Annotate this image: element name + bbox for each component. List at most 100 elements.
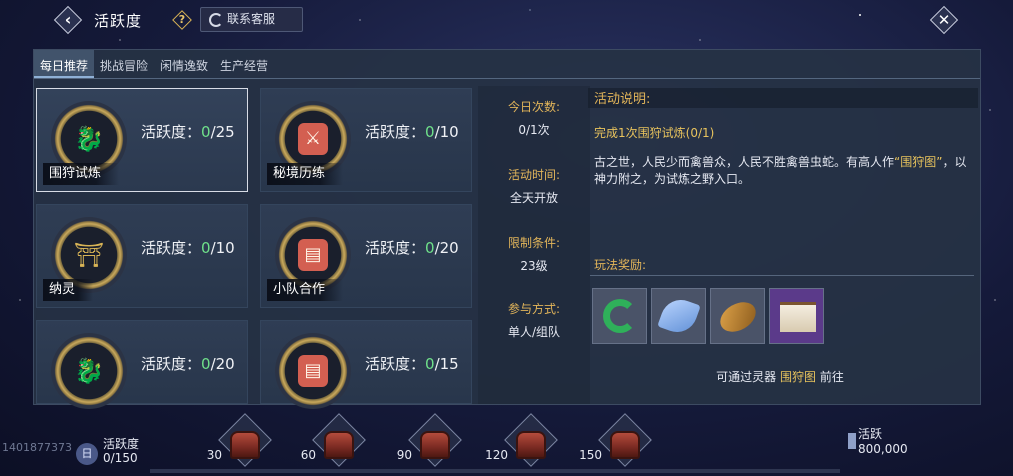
help-button[interactable]: ? <box>172 10 192 30</box>
currency-icon <box>848 433 856 449</box>
beast-icon: 🐉 <box>74 125 104 153</box>
milestone-chest[interactable]: 120 <box>485 413 558 475</box>
reward-item[interactable] <box>710 288 765 344</box>
activity-icon-ring: 🐉 <box>51 333 127 409</box>
milestone-chest[interactable]: 60 <box>301 413 366 475</box>
score-current: 0 <box>201 355 211 373</box>
detail-task: 完成1次围狩试炼(0/1) <box>594 126 715 140</box>
milestone-value: 150 <box>579 448 602 462</box>
reward-item[interactable] <box>769 288 824 344</box>
question-icon: ? <box>178 13 186 26</box>
activity-name: 小队合作 <box>267 279 344 301</box>
activity-card-hunt-trial[interactable]: 🐉 围狩试炼 活跃度：0/25 <box>36 88 248 192</box>
close-icon: ✕ <box>937 11 951 29</box>
blue-crystal-icon <box>657 294 701 338</box>
info-time: 活动时间: 全天开放 <box>478 166 590 206</box>
score-label: 活跃度： <box>365 123 426 141</box>
reward-item[interactable] <box>651 288 706 344</box>
info-times-value: 0/1次 <box>518 123 550 137</box>
activity-card-5[interactable]: 🐉 活跃度：0/20 <box>36 320 248 409</box>
activity-score: 活跃度：0/20 <box>365 237 459 258</box>
activity-score: 活跃度：0/15 <box>365 353 459 374</box>
score-label: 活跃度： <box>365 239 426 257</box>
chest-icon <box>420 431 450 459</box>
info-time-label: 活动时间: <box>507 168 561 182</box>
goto-hint: 可通过灵器 围狩图 前往 <box>586 368 974 385</box>
tab-divider <box>34 78 980 79</box>
score-max: /20 <box>434 239 459 257</box>
milestone-chest[interactable]: 30 <box>207 413 272 475</box>
jade-ring-icon <box>603 299 637 333</box>
spirit-icon: ⛩ <box>73 241 105 269</box>
info-times: 今日次数: 0/1次 <box>478 98 590 138</box>
tab-leisure[interactable]: 闲情逸致 <box>154 50 214 78</box>
back-chevron-icon: ‹ <box>64 10 72 29</box>
activity-score: 活跃度：0/10 <box>365 121 459 142</box>
activity-card-secret-realm[interactable]: ⚔ 秘境历练 活跃度：0/10 <box>260 88 472 192</box>
milestone-value: 60 <box>300 448 316 462</box>
activity-card-team[interactable]: ▤ 小队合作 活跃度：0/20 <box>260 204 472 308</box>
back-button[interactable]: ‹ <box>53 5 83 35</box>
chest-icon <box>610 431 640 459</box>
headset-icon <box>209 13 223 27</box>
activity-name: 围狩试炼 <box>43 163 120 185</box>
milestone-value: 30 <box>206 448 222 462</box>
reward-list <box>592 288 824 344</box>
chest-icon <box>230 431 260 459</box>
tab-daily-recommend[interactable]: 每日推荐 <box>34 50 95 78</box>
contact-service-button[interactable]: 联系客服 <box>200 7 303 32</box>
reward-info-label: 活跃 <box>858 427 883 441</box>
page-title: 活跃度 <box>94 12 143 30</box>
activity-reward-info: 活跃 800,000 <box>858 427 908 457</box>
activity-score: 活跃度：0/10 <box>141 237 235 258</box>
scroll-painting-icon <box>780 302 816 332</box>
milestone-chest[interactable]: 150 <box>579 413 652 475</box>
activity-name: 秘境历练 <box>267 163 344 185</box>
swords-icon: ⚔ <box>298 123 328 155</box>
tab-bar: 每日推荐 挑战冒险 闲情逸致 生产经营 <box>34 50 274 78</box>
activity-card-6[interactable]: ▤ 活跃度：0/15 <box>260 320 472 409</box>
total-activity-value: 0/150 <box>103 451 138 465</box>
player-uid: 1401877373 <box>2 441 72 454</box>
detail-heading: 活动说明: <box>588 88 978 108</box>
detail-description: 古之世，人民少而禽兽众，人民不胜禽兽虫蛇。有高人作“围狩图”，以神力附之，为试炼… <box>594 154 972 188</box>
info-mode: 参与方式: 单人/组队 <box>478 300 590 340</box>
activity-card-spirit[interactable]: ⛩ 纳灵 活跃度：0/10 <box>36 204 248 308</box>
activity-detail: 活动说明: 完成1次围狩试炼(0/1) 古之世，人民少而禽兽众，人民不胜禽兽虫蛇… <box>586 88 980 404</box>
activity-score: 活跃度：0/25 <box>141 121 235 142</box>
info-limit-value: 23级 <box>520 259 548 273</box>
score-label: 活跃度： <box>141 239 202 257</box>
tab-challenge[interactable]: 挑战冒险 <box>94 50 154 78</box>
score-max: /25 <box>210 123 235 141</box>
hint-link[interactable]: 围狩图 <box>780 370 816 384</box>
score-current: 0 <box>425 239 435 257</box>
score-max: /20 <box>210 355 235 373</box>
activity-name: 纳灵 <box>43 279 94 301</box>
score-label: 活跃度： <box>365 355 426 373</box>
info-mode-value: 单人/组队 <box>507 325 561 339</box>
desc-highlight: “围狩图” <box>894 155 943 169</box>
reward-divider <box>590 275 974 276</box>
score-label: 活跃度： <box>141 355 202 373</box>
activity-icon-ring: ▤ <box>275 333 351 409</box>
activity-progress-bar: 1401877373 日 活跃度 0/150 30 60 90 120 150 … <box>0 405 1013 476</box>
reward-item[interactable] <box>592 288 647 344</box>
amber-shell-icon <box>715 296 761 338</box>
info-times-label: 今日次数: <box>507 100 561 114</box>
milestone-value: 90 <box>396 448 412 462</box>
info-time-value: 全天开放 <box>509 191 558 205</box>
reward-label: 玩法奖励: <box>594 258 647 272</box>
calendar-icon: ▤ <box>298 239 328 271</box>
score-current: 0 <box>425 355 435 373</box>
score-max: /10 <box>434 123 459 141</box>
info-limit-label: 限制条件: <box>507 236 561 250</box>
reward-info-value: 800,000 <box>858 442 908 456</box>
milestone-chest[interactable]: 90 <box>397 413 462 475</box>
total-activity: 活跃度 0/150 <box>103 437 139 465</box>
milestone-value: 120 <box>485 448 508 462</box>
tab-production[interactable]: 生产经营 <box>214 50 274 78</box>
main-panel: 每日推荐 挑战冒险 闲情逸致 生产经营 🐉 围狩试炼 活跃度：0/25 ⚔ 秘境… <box>33 49 981 409</box>
score-current: 0 <box>201 123 211 141</box>
close-button[interactable]: ✕ <box>929 5 959 35</box>
info-mode-label: 参与方式: <box>507 302 561 316</box>
